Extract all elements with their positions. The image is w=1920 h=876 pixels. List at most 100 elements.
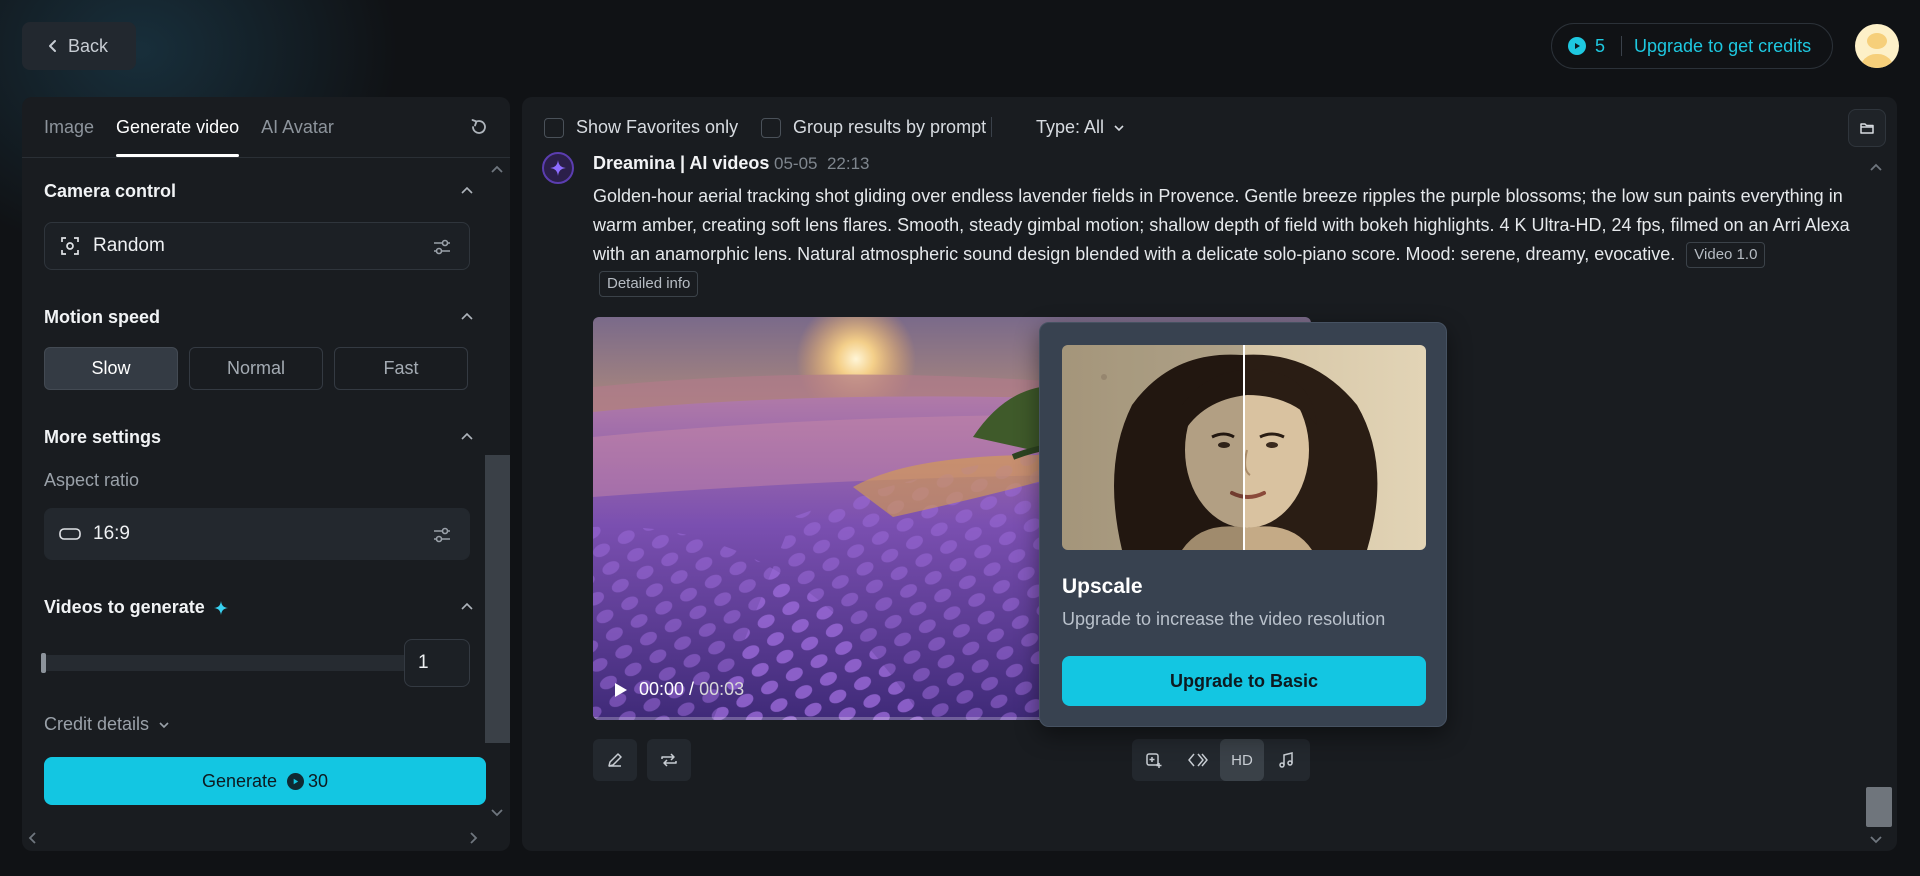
upgrade-to-basic-button[interactable]: Upgrade to Basic <box>1062 656 1426 706</box>
video-controls: 00:00 / 00:03 <box>613 679 744 700</box>
type-filter-dropdown[interactable]: Type: All <box>1036 117 1126 138</box>
credit-coin-icon <box>287 772 305 790</box>
group-checkbox[interactable] <box>761 117 781 138</box>
speed-normal-button[interactable]: Normal <box>189 347 323 390</box>
panel-scrollbar[interactable] <box>485 455 510 743</box>
tab-ai-avatar[interactable]: AI Avatar <box>261 97 334 157</box>
upscale-popover: Upscale Upgrade to increase the video re… <box>1039 322 1447 727</box>
credits-pill[interactable]: 5 Upgrade to get credits <box>1551 23 1833 69</box>
aspect-ratio-value: 16:9 <box>93 523 130 544</box>
add-frame-icon <box>1146 753 1162 768</box>
chevron-up-icon[interactable] <box>459 183 475 199</box>
chevron-left-icon <box>49 40 56 52</box>
chevron-down-icon <box>1114 124 1124 131</box>
scroll-up-icon[interactable] <box>1869 161 1883 175</box>
aspect-ratio-label: Aspect ratio <box>44 470 140 490</box>
extend-button[interactable] <box>1132 739 1176 781</box>
motion-speed-title: Motion speed <box>44 307 160 327</box>
camera-focus-icon <box>59 235 81 257</box>
dreamina-logo-icon <box>542 152 574 184</box>
back-button[interactable]: Back <box>22 22 136 70</box>
sparkle-icon <box>213 600 228 615</box>
generation-settings-panel: Image Generate video AI Avatar Camera co… <box>22 97 510 851</box>
hd-upscale-button[interactable]: HD <box>1220 739 1264 781</box>
music-note-icon <box>1279 752 1293 768</box>
aspect-ratio-select[interactable]: 16:9 <box>44 508 470 560</box>
scroll-down-icon[interactable] <box>490 805 504 819</box>
chevron-down-icon <box>159 721 169 728</box>
add-sound-button[interactable] <box>1264 739 1308 781</box>
scroll-down-icon[interactable] <box>1869 832 1883 846</box>
user-avatar[interactable] <box>1855 24 1899 68</box>
post-author: Dreamina | AI videos <box>593 153 770 173</box>
popup-description: Upgrade to increase the video resolution <box>1062 609 1386 629</box>
favorites-label: Show Favorites only <box>576 117 739 137</box>
favorites-filter[interactable]: Show Favorites only <box>544 117 738 138</box>
video-tools-group: HD <box>1132 739 1310 781</box>
detailed-info-tag[interactable]: Detailed info <box>599 271 699 297</box>
back-label: Back <box>68 35 109 56</box>
pencil-icon <box>608 753 622 767</box>
group-filter[interactable]: Group results by prompt <box>761 117 986 138</box>
prompt-text: Golden-hour aerial tracking shot gliding… <box>593 182 1853 298</box>
divider <box>991 117 992 137</box>
tabs-divider <box>22 157 510 158</box>
camera-control-title: Camera control <box>44 181 177 201</box>
play-icon[interactable] <box>613 681 629 699</box>
sliders-icon[interactable] <box>431 236 453 258</box>
rectangle-icon <box>59 523 81 545</box>
reset-icon[interactable] <box>468 116 490 138</box>
generate-cost: 30 <box>308 770 329 791</box>
regenerate-button[interactable] <box>647 739 691 781</box>
generate-label: Generate <box>201 770 278 791</box>
more-settings-title: More settings <box>44 427 162 447</box>
sliders-icon[interactable] <box>431 524 453 546</box>
credit-details-label: Credit details <box>44 714 150 734</box>
popup-title: Upscale <box>1062 575 1143 598</box>
frames-icon <box>1188 753 1208 767</box>
credit-coin-icon <box>1568 37 1586 55</box>
speed-slow-button[interactable]: Slow <box>44 347 178 390</box>
motion-speed-options: Slow Normal Fast <box>44 347 468 390</box>
credit-details-toggle[interactable]: Credit details <box>44 714 171 735</box>
prompt-body: Golden-hour aerial tracking shot gliding… <box>593 186 1850 264</box>
divider <box>1621 36 1623 56</box>
type-filter-label: Type: All <box>1036 117 1105 137</box>
tab-image[interactable]: Image <box>44 97 94 157</box>
chevron-up-icon[interactable] <box>459 309 475 325</box>
avatar-head <box>1867 33 1887 49</box>
generate-button[interactable]: Generate 30 <box>44 757 486 805</box>
edit-button[interactable] <box>593 739 637 781</box>
post-timestamp: 05-05 22:13 <box>774 154 869 174</box>
avatar-body <box>1860 54 1894 68</box>
post-time: 22:13 <box>826 154 870 173</box>
loop-icon <box>661 753 677 767</box>
tab-generate-video[interactable]: Generate video <box>116 97 240 157</box>
scroll-right-icon[interactable] <box>466 831 480 845</box>
interpolate-button[interactable] <box>1176 739 1220 781</box>
upscale-preview-image <box>1062 345 1426 550</box>
upgrade-credits-link[interactable]: Upgrade to get credits <box>1634 36 1811 57</box>
results-scrollbar[interactable] <box>1866 787 1892 827</box>
camera-control-value: Random <box>93 235 165 256</box>
speed-fast-button[interactable]: Fast <box>334 347 468 390</box>
chevron-up-icon[interactable] <box>459 429 475 445</box>
scroll-left-icon[interactable] <box>26 831 40 845</box>
videos-count-slider[interactable] <box>42 655 410 671</box>
folder-button[interactable] <box>1848 109 1886 147</box>
post-date: 05-05 <box>774 154 818 173</box>
credit-count: 5 <box>1595 35 1606 56</box>
slider-handle[interactable] <box>41 653 46 673</box>
favorites-checkbox[interactable] <box>544 117 564 138</box>
camera-control-select[interactable]: Random <box>44 222 470 270</box>
videos-to-generate-title: Videos to generate <box>44 597 229 618</box>
chevron-up-icon[interactable] <box>459 599 475 615</box>
group-label: Group results by prompt <box>793 117 987 137</box>
video-current-time: 00:00 <box>639 679 685 699</box>
videos-to-generate-label: Videos to generate <box>44 597 205 617</box>
scroll-up-icon[interactable] <box>490 163 504 177</box>
videos-count-input[interactable]: 1 <box>404 639 470 687</box>
mode-tabs: Image Generate video AI Avatar <box>44 97 334 157</box>
video-total-time: 00:03 <box>699 679 745 699</box>
model-tag[interactable]: Video 1.0 <box>1686 242 1766 268</box>
